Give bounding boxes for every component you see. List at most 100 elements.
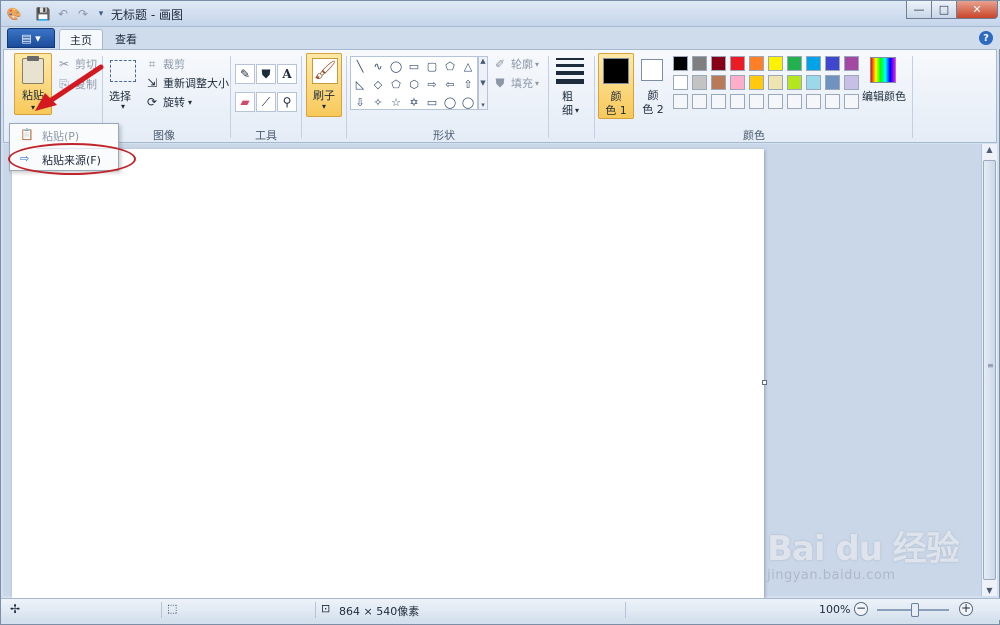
scroll-up-icon[interactable]: ▲ [480,57,485,65]
divider [625,602,626,618]
tab-view[interactable]: 查看 [105,29,147,49]
palette-color-swatch[interactable] [692,75,707,90]
outline-button[interactable]: ✐ 轮廓 ▾ [492,56,539,72]
custom-color-slot[interactable] [787,94,802,109]
palette-color-swatch[interactable] [844,75,859,90]
size-line-2 [556,64,584,67]
resize-handle-right[interactable] [762,380,767,385]
shape-option[interactable]: ╲ [351,57,369,75]
shape-option[interactable]: ▭ [423,93,441,111]
shape-option[interactable]: △ [459,57,477,75]
custom-color-slot[interactable] [768,94,783,109]
scroll-up-icon[interactable]: ▲ [982,145,997,154]
palette-color-swatch[interactable] [711,56,726,71]
zoom-out-icon[interactable]: − [854,602,868,616]
scroll-thumb[interactable]: ≡ [983,160,996,580]
color1-button[interactable]: 颜 色 1 [598,53,634,119]
palette-color-swatch[interactable] [787,56,802,71]
palette-color-swatch[interactable] [711,75,726,90]
shape-option[interactable]: ⇩ [351,93,369,111]
custom-color-slot[interactable] [730,94,745,109]
shape-option[interactable]: ◇ [369,75,387,93]
shape-option[interactable]: ▢ [423,57,441,75]
color2-button[interactable]: 颜 色 2 [636,53,672,119]
redo-icon[interactable]: ↷ [75,6,91,22]
shape-option[interactable]: ∿ [369,57,387,75]
custom-color-slot[interactable] [825,94,840,109]
shape-option[interactable]: ⬡ [405,75,423,93]
help-icon[interactable]: ? [979,31,993,45]
palette-color-swatch[interactable] [825,56,840,71]
shape-option[interactable]: ⬠ [441,57,459,75]
zoom-slider[interactable] [877,603,949,617]
shape-option[interactable]: ⬠ [387,75,405,93]
palette-color-swatch[interactable] [692,56,707,71]
vertical-scrollbar[interactable]: ▲ ≡ ▼ [981,144,997,596]
resize-button[interactable]: ⇲ 重新调整大小 [144,75,229,91]
save-icon[interactable]: 💾 [35,6,51,22]
text-tool-icon[interactable]: A [277,64,297,84]
custom-color-slot[interactable] [673,94,688,109]
palette-color-swatch[interactable] [768,56,783,71]
fill-bucket-icon[interactable]: ⛊ [256,64,276,84]
undo-icon[interactable]: ↶ [55,6,71,22]
palette-color-swatch[interactable] [844,56,859,71]
shapes-scroll[interactable]: ▲ ▼ ▾ [478,56,488,110]
select-icon[interactable] [110,60,136,82]
edit-colors-button[interactable]: 编辑颜色 [862,88,906,104]
pencil-icon[interactable]: ✎ [235,64,255,84]
shape-option[interactable]: ✧ [369,93,387,111]
magnifier-icon[interactable]: ⚲ [277,92,297,112]
shape-option[interactable]: ◯ [441,93,459,111]
scroll-down-icon[interactable]: ▼ [480,79,485,87]
shape-option[interactable]: ◺ [351,75,369,93]
shape-option[interactable]: ▭ [405,57,423,75]
size-icon[interactable] [556,58,588,88]
paint-app-icon[interactable]: 🎨 [6,6,22,22]
custom-color-slot[interactable] [806,94,821,109]
palette-color-swatch[interactable] [730,56,745,71]
crop-button[interactable]: ⌗ 裁剪 [144,56,185,72]
size-button-label2[interactable]: 细 ▾ [562,102,579,118]
eraser-icon[interactable]: ▰ [235,92,255,112]
color2-swatch [641,59,663,81]
palette-color-swatch[interactable] [787,75,802,90]
palette-color-swatch[interactable] [673,75,688,90]
drawing-canvas[interactable] [12,149,764,599]
zoom-in-icon[interactable]: + [959,602,973,616]
palette-color-swatch[interactable] [825,75,840,90]
palette-color-swatch[interactable] [806,56,821,71]
shapes-gallery[interactable]: ╲ ∿ ◯ ▭ ▢ ⬠ △ ◺ ◇ ⬠ ⬡ ⇨ ⇦ ⇧ ⇩ ✧ ☆ ✡ ▭ ◯ ◯ [350,56,478,110]
close-button[interactable]: ✕ [956,1,998,19]
file-menu-button[interactable]: ▤ ▾ [7,28,55,48]
palette-color-swatch[interactable] [730,75,745,90]
customize-quick-access-icon[interactable]: ▾ [93,6,109,22]
palette-color-swatch[interactable] [768,75,783,90]
minimize-button[interactable]: — [906,1,932,19]
custom-color-slot[interactable] [692,94,707,109]
maximize-button[interactable]: □ [931,1,957,19]
brushes-button[interactable]: 🖌 刷子 ▾ [306,53,342,117]
rotate-button[interactable]: ⟳ 旋转 ▾ [144,94,192,110]
palette-color-swatch[interactable] [749,56,764,71]
shape-option[interactable]: ✡ [405,93,423,111]
palette-color-swatch[interactable] [673,56,688,71]
shape-option[interactable]: ◯ [387,57,405,75]
palette-color-swatch[interactable] [806,75,821,90]
palette-color-swatch[interactable] [749,75,764,90]
shape-option[interactable]: ☆ [387,93,405,111]
custom-color-slot[interactable] [711,94,726,109]
edit-colors-icon[interactable] [870,57,896,83]
shape-option[interactable]: ◯ [459,93,477,111]
color-picker-icon[interactable]: ⟋ [256,92,276,112]
fill-button[interactable]: ⛊ 填充 ▾ [492,75,539,91]
shape-option[interactable]: ⇦ [441,75,459,93]
tab-home[interactable]: 主页 [59,29,103,49]
zoom-slider-thumb[interactable] [911,603,919,617]
scroll-down-icon[interactable]: ▼ [982,586,997,595]
custom-color-slot[interactable] [749,94,764,109]
shape-option[interactable]: ⇧ [459,75,477,93]
custom-color-slot[interactable] [844,94,859,109]
expand-gallery-icon[interactable]: ▾ [481,101,485,109]
shape-option[interactable]: ⇨ [423,75,441,93]
